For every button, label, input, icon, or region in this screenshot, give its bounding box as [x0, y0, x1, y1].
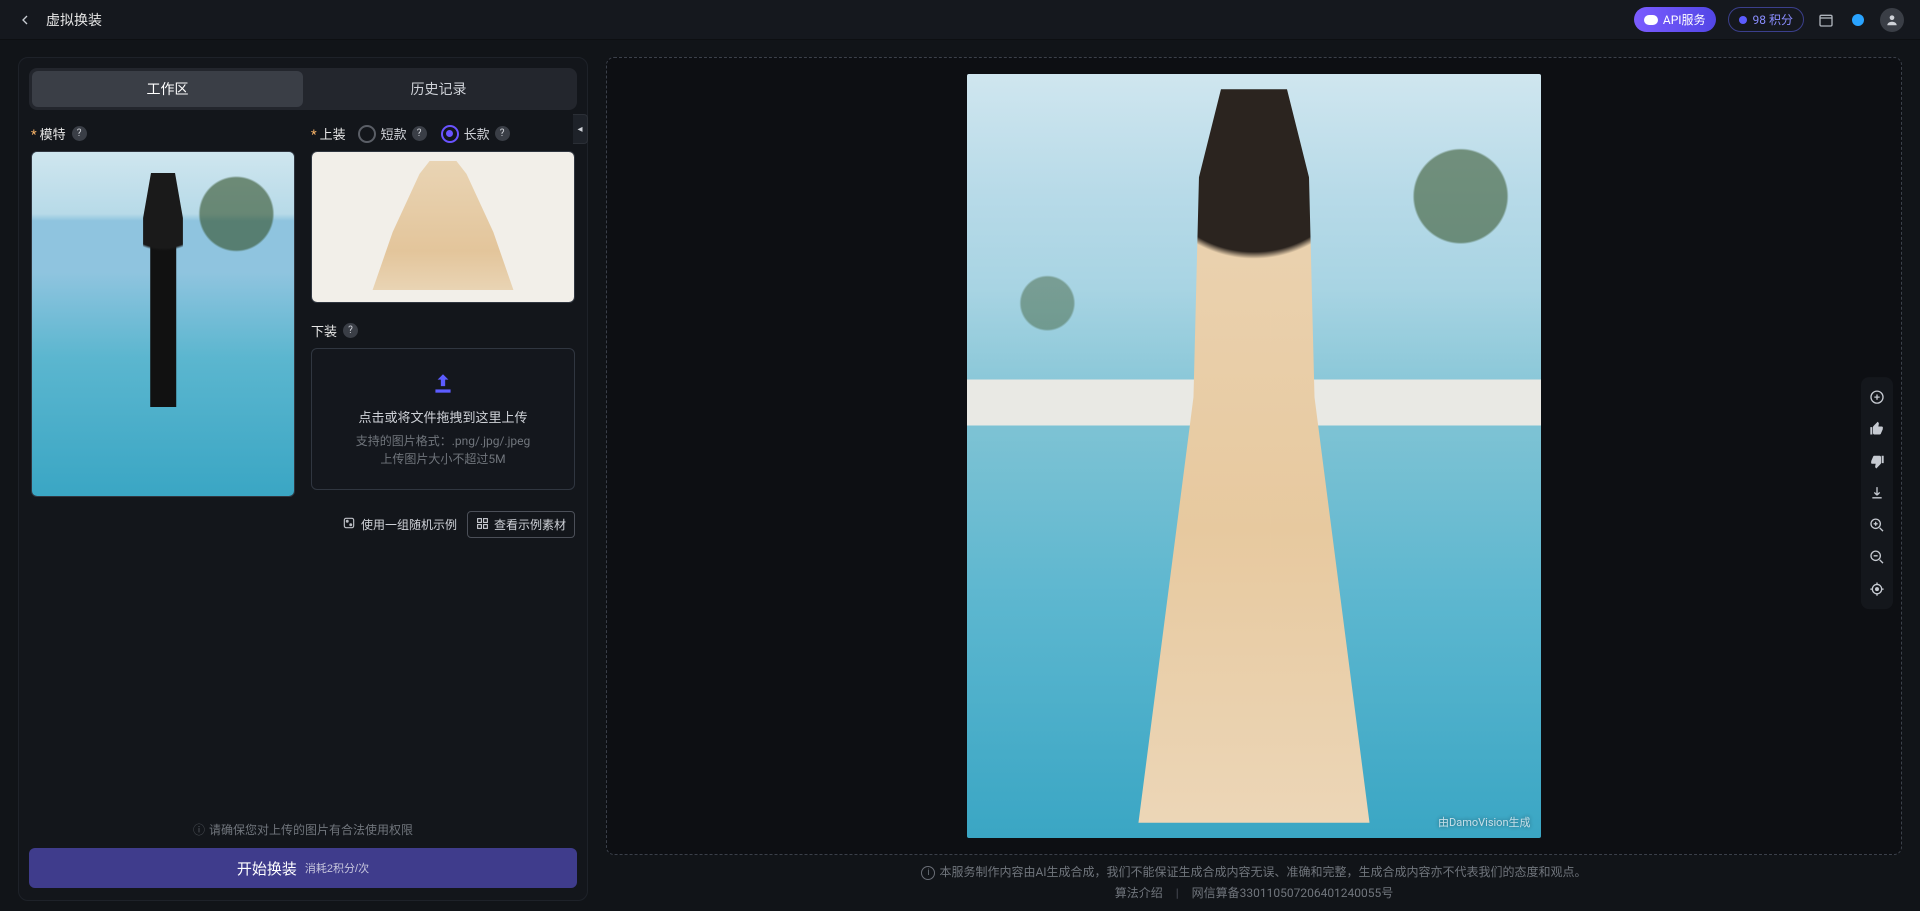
app-title: 虚拟换装	[46, 10, 102, 30]
sample-actions: 使用一组随机示例 查看示例素材	[31, 511, 575, 538]
collapse-panel-toggle[interactable]: ◂	[573, 114, 588, 144]
result-canvas: 由DamoVision生成	[606, 57, 1902, 855]
bottom-field-label: 下装 ?	[311, 321, 575, 340]
model-image-slot[interactable]	[31, 151, 295, 497]
calendar-icon[interactable]	[1816, 10, 1836, 30]
thumbs-down-icon[interactable]	[1867, 451, 1887, 471]
credits-dot-icon	[1739, 16, 1747, 24]
top-garment-image	[312, 152, 574, 302]
globe-icon[interactable]	[1848, 10, 1868, 30]
disclaimer-text: 本服务制作内容由AI生成合成，我们不能保证生成合成内容无误、准确和完整，生成合成…	[939, 865, 1586, 879]
watermark-text: 由DamoVision生成	[1438, 814, 1531, 830]
primary-btn-sub: 消耗2积分/次	[305, 860, 369, 876]
top-label-text: 上装	[311, 124, 346, 143]
random-sample-label: 使用一组随机示例	[361, 516, 457, 533]
algo-link[interactable]: 算法介绍	[1115, 886, 1163, 900]
bottom-upload-box[interactable]: 点击或将文件拖拽到这里上传 支持的图片格式：.png/.jpg/.jpeg 上传…	[311, 348, 575, 490]
radio-long[interactable]: 长款 ?	[441, 124, 510, 143]
radio-long-label: 长款	[464, 124, 490, 143]
model-field-label: 模特 ?	[31, 124, 295, 143]
top-field-label: 上装 短款 ? 长款 ?	[311, 124, 575, 143]
upload-hint: 支持的图片格式：.png/.jpg/.jpeg 上传图片大小不超过5M	[356, 432, 531, 468]
api-service-button[interactable]: API服务	[1634, 7, 1716, 32]
result-image[interactable]: 由DamoVision生成	[967, 74, 1540, 838]
tabs: 工作区 历史记录	[29, 68, 577, 110]
zoom-in-icon[interactable]	[1867, 515, 1887, 535]
filing-number: 网信算备330110507206401240055号	[1192, 886, 1394, 900]
tab-history[interactable]: 历史记录	[303, 71, 574, 107]
model-column: 模特 ?	[31, 124, 295, 497]
app-header: 虚拟换装 API服务 98 积分	[0, 0, 1920, 40]
grid-icon	[476, 517, 489, 533]
cloud-icon	[1644, 15, 1658, 25]
bottom-help-icon[interactable]: ?	[343, 323, 358, 338]
top-length-radio-group: 短款 ? 长款 ?	[358, 124, 510, 143]
upload-title: 点击或将文件拖拽到这里上传	[358, 407, 527, 426]
legal-notice: ⓘ请确保您对上传的图片有合法使用权限	[29, 815, 577, 848]
short-help-icon[interactable]: ?	[412, 126, 427, 141]
add-icon[interactable]	[1867, 387, 1887, 407]
start-tryon-button[interactable]: 开始换装 消耗2积分/次	[29, 848, 577, 888]
workspace-scroll: 模特 ? 上装 短款 ?	[29, 110, 577, 809]
user-avatar[interactable]	[1880, 8, 1904, 32]
back-arrow-icon[interactable]	[16, 11, 34, 29]
view-samples-label: 查看示例素材	[494, 516, 566, 533]
dice-icon	[342, 516, 356, 533]
radio-short-label: 短款	[381, 124, 407, 143]
bottom-label-text: 下装	[311, 321, 337, 340]
model-help-icon[interactable]: ?	[72, 126, 87, 141]
right-panel: 由DamoVision生成 i 本服务制作内容由AI生成合成，我们不能保证生成合成…	[606, 57, 1902, 901]
left-footer: ⓘ请确保您对上传的图片有合法使用权限 开始换装 消耗2积分/次	[29, 809, 577, 888]
random-sample-button[interactable]: 使用一组随机示例	[342, 516, 457, 533]
upload-icon	[430, 371, 456, 401]
info-icon: ⓘ	[193, 821, 205, 838]
top-garment-slot[interactable]	[311, 151, 575, 303]
long-help-icon[interactable]: ?	[495, 126, 510, 141]
credits-pill[interactable]: 98 积分	[1728, 7, 1804, 32]
locate-icon[interactable]	[1867, 579, 1887, 599]
credits-label: 98 积分	[1753, 11, 1793, 28]
main-layout: ◂ 工作区 历史记录 模特 ?	[0, 39, 1920, 911]
primary-btn-label: 开始换装	[237, 858, 297, 879]
download-icon[interactable]	[1867, 483, 1887, 503]
left-panel: ◂ 工作区 历史记录 模特 ?	[18, 57, 588, 901]
garment-column: 上装 短款 ? 长款 ?	[311, 124, 575, 497]
api-label: API服务	[1663, 11, 1706, 28]
model-label-text: 模特	[31, 124, 66, 143]
disclaimer: i 本服务制作内容由AI生成合成，我们不能保证生成合成内容无误、准确和完整，生成合…	[606, 863, 1902, 901]
tab-workspace[interactable]: 工作区	[32, 71, 303, 107]
canvas-toolbar	[1861, 377, 1893, 609]
info-circle-icon: i	[921, 866, 935, 880]
model-preview-image	[32, 152, 294, 496]
radio-short[interactable]: 短款 ?	[358, 124, 427, 143]
zoom-out-icon[interactable]	[1867, 547, 1887, 567]
view-samples-button[interactable]: 查看示例素材	[467, 511, 575, 538]
thumbs-up-icon[interactable]	[1867, 419, 1887, 439]
